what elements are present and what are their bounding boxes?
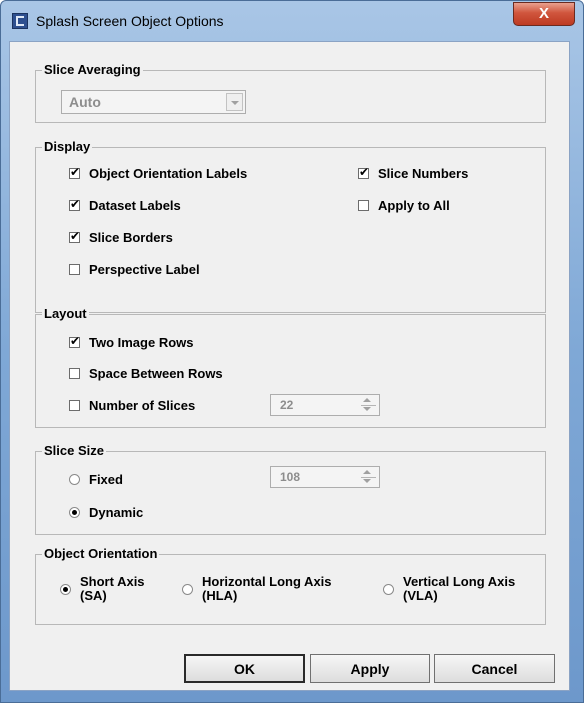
close-button[interactable]: X [513, 2, 575, 26]
short-axis-radio[interactable]: Short Axis (SA) [60, 575, 145, 603]
radio-circle[interactable] [69, 474, 80, 485]
two-image-rows-checkbox[interactable]: Two Image Rows [69, 334, 194, 350]
cancel-button[interactable]: Cancel [434, 654, 555, 683]
title-bar[interactable]: Splash Screen Object Options X [1, 1, 583, 41]
two-image-rows-label: Two Image Rows [89, 335, 194, 350]
number-of-slices-checkbox[interactable]: Number of Slices [69, 398, 195, 413]
fixed-label: Fixed [89, 472, 123, 487]
space-between-rows-checkbox[interactable]: Space Between Rows [69, 366, 223, 381]
dataset-labels-checkbox[interactable]: Dataset Labels [69, 197, 181, 213]
apply-to-all-checkbox[interactable]: Apply to All [358, 198, 450, 213]
radio-circle[interactable] [69, 507, 80, 518]
short-axis-line1: Short Axis [80, 574, 145, 589]
dialog-client-area: Slice Averaging Auto Display Object Orie… [9, 41, 570, 691]
short-axis-line2: (SA) [80, 588, 107, 603]
object-orientation-labels-checkbox[interactable]: Object Orientation Labels [69, 165, 248, 181]
object-orientation-legend: Object Orientation [42, 546, 160, 561]
number-of-slices-value: 22 [280, 398, 294, 412]
apply-button[interactable]: Apply [310, 654, 430, 683]
radio-circle[interactable] [182, 583, 193, 595]
fixed-size-stepper[interactable]: 108 [270, 466, 380, 488]
slice-borders-label: Slice Borders [89, 230, 173, 245]
vla-line2: (VLA) [403, 588, 438, 603]
fixed-radio[interactable]: Fixed [69, 472, 123, 487]
checkbox-box[interactable] [69, 165, 80, 179]
dynamic-radio[interactable]: Dynamic [69, 505, 143, 520]
chevron-down-icon[interactable] [226, 93, 243, 111]
perspective-label-label: Perspective Label [89, 262, 200, 277]
dataset-labels-label: Dataset Labels [89, 198, 181, 213]
short-axis-label: Short Axis (SA) [80, 575, 145, 603]
slice-borders-checkbox[interactable]: Slice Borders [69, 229, 173, 245]
radio-circle[interactable] [383, 583, 394, 595]
space-between-rows-label: Space Between Rows [89, 366, 223, 381]
slice-averaging-legend: Slice Averaging [42, 62, 143, 77]
apply-to-all-label: Apply to All [378, 198, 450, 213]
dialog-window: Splash Screen Object Options X Slice Ave… [0, 0, 584, 703]
checkbox-box[interactable] [69, 400, 80, 411]
hla-line2: (HLA) [202, 588, 238, 603]
vla-line1: Vertical Long Axis [403, 574, 516, 589]
slice-averaging-group: Slice Averaging Auto [35, 62, 546, 123]
perspective-label-checkbox[interactable]: Perspective Label [69, 262, 200, 277]
stepper-arrows-icon[interactable] [360, 470, 375, 484]
checkbox-box[interactable] [69, 229, 80, 243]
checkbox-box[interactable] [69, 264, 80, 275]
object-orientation-group: Object Orientation Short Axis (SA) Horiz… [35, 546, 546, 625]
slice-numbers-label: Slice Numbers [378, 166, 469, 181]
slice-size-group: Slice Size Fixed 108 Dynamic [35, 443, 546, 535]
number-of-slices-stepper[interactable]: 22 [270, 394, 380, 416]
slice-numbers-checkbox[interactable]: Slice Numbers [358, 165, 469, 181]
ok-button[interactable]: OK [184, 654, 305, 683]
stepper-arrows-icon[interactable] [360, 398, 375, 412]
hla-line1: Horizontal Long Axis [202, 574, 332, 589]
checkbox-box[interactable] [69, 368, 80, 379]
checkbox-box[interactable] [358, 165, 369, 179]
window-title: Splash Screen Object Options [36, 13, 224, 29]
layout-legend: Layout [42, 306, 89, 321]
radio-circle[interactable] [60, 583, 71, 595]
vertical-long-axis-label: Vertical Long Axis (VLA) [403, 575, 515, 603]
display-legend: Display [42, 139, 93, 154]
layout-group: Layout Two Image Rows Space Between Rows… [35, 306, 546, 428]
object-orientation-labels-label: Object Orientation Labels [89, 166, 248, 181]
slice-size-legend: Slice Size [42, 443, 106, 458]
number-of-slices-label: Number of Slices [89, 398, 196, 413]
dynamic-label: Dynamic [89, 505, 144, 520]
slice-averaging-value: Auto [69, 94, 101, 110]
horizontal-long-axis-label: Horizontal Long Axis (HLA) [202, 575, 332, 603]
horizontal-long-axis-radio[interactable]: Horizontal Long Axis (HLA) [182, 575, 332, 603]
checkbox-box[interactable] [69, 334, 80, 348]
display-group: Display Object Orientation Labels Slice … [35, 139, 546, 313]
vertical-long-axis-radio[interactable]: Vertical Long Axis (VLA) [383, 575, 515, 603]
app-icon [12, 13, 28, 29]
slice-averaging-select[interactable]: Auto [61, 90, 246, 114]
checkbox-box[interactable] [358, 200, 369, 211]
checkbox-box[interactable] [69, 197, 80, 211]
fixed-size-value: 108 [280, 470, 301, 484]
